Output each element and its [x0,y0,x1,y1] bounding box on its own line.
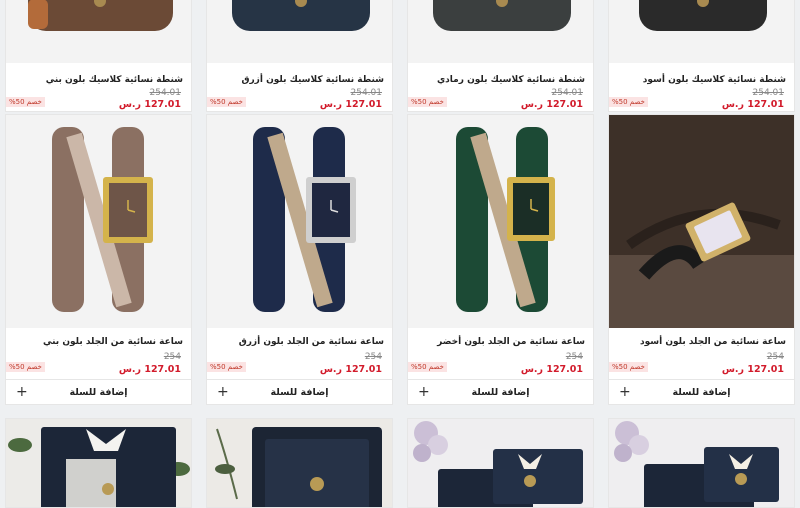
product-image[interactable] [207,419,392,507]
discount-badge: خصم 50% [609,97,648,107]
product-card[interactable]: ساعة نسائية من الجلد بلون أخضر 254 127.0… [407,114,594,405]
product-image[interactable] [6,0,191,63]
discount-badge: خصم 50% [6,97,45,107]
add-to-cart-button[interactable]: إضافة للسلة + [207,379,392,404]
product-grid: شنطة نسائية كلاسيك بلون أسود 254.01 127.… [0,0,800,508]
add-to-cart-label: إضافة للسلة [672,387,731,398]
sale-price: 127.01 ر.س [721,99,784,110]
product-image[interactable] [609,115,794,328]
product-image[interactable] [609,0,794,63]
add-to-cart-label: إضافة للسلة [270,387,329,398]
sale-price: 127.01 ر.س [319,364,382,375]
product-card[interactable]: ساعة نسائية من الجلد بلون أزرق 254 127.0… [206,114,393,405]
product-card[interactable] [608,418,795,508]
add-to-cart-label: إضافة للسلة [471,387,530,398]
product-card[interactable]: شنطة نسائية كلاسيك بلون أزرق 254.01 127.… [206,0,393,112]
product-image[interactable] [609,419,794,507]
product-title[interactable]: شنطة نسائية كلاسيك بلون بني [46,75,183,85]
product-card[interactable] [206,418,393,508]
add-to-cart-button[interactable]: إضافة للسلة + [6,379,191,404]
discount-badge: خصم 50% [6,362,45,372]
product-card[interactable]: ساعة نسائية من الجلد بلون أسود 254 127.0… [608,114,795,405]
add-to-cart-label: إضافة للسلة [69,387,128,398]
product-image[interactable] [408,115,593,328]
product-image[interactable] [207,115,392,328]
product-title[interactable]: ساعة نسائية من الجلد بلون بني [43,337,183,347]
product-card[interactable]: شنطة نسائية كلاسيك بلون رمادي 254.01 127… [407,0,594,112]
product-card[interactable]: شنطة نسائية كلاسيك بلون بني 254.01 127.0… [5,0,192,112]
sale-price: 127.01 ر.س [721,364,784,375]
product-card[interactable]: شنطة نسائية كلاسيك بلون أسود 254.01 127.… [608,0,795,112]
plus-icon: + [619,384,631,400]
old-price: 254 [163,352,181,362]
product-card[interactable]: ساعة نسائية من الجلد بلون بني 254 127.01… [5,114,192,405]
add-to-cart-button[interactable]: إضافة للسلة + [609,379,794,404]
sale-price: 127.01 ر.س [319,99,382,110]
product-title[interactable]: شنطة نسائية كلاسيك بلون أسود [643,75,786,85]
product-title[interactable]: شنطة نسائية كلاسيك بلون رمادي [437,75,585,85]
plus-icon: + [217,384,229,400]
product-image[interactable] [408,419,593,507]
old-price: 254.01 [350,88,383,98]
discount-badge: خصم 50% [207,97,246,107]
old-price: 254.01 [551,88,584,98]
old-price: 254 [565,352,583,362]
old-price: 254 [766,352,784,362]
product-image[interactable] [207,0,392,63]
product-title[interactable]: شنطة نسائية كلاسيك بلون أزرق [241,75,384,85]
sale-price: 127.01 ر.س [520,99,583,110]
discount-badge: خصم 50% [207,362,246,372]
sale-price: 127.01 ر.س [118,99,181,110]
discount-badge: خصم 50% [609,362,648,372]
old-price: 254.01 [752,88,785,98]
add-to-cart-button[interactable]: إضافة للسلة + [408,379,593,404]
discount-badge: خصم 50% [408,97,447,107]
sale-price: 127.01 ر.س [118,364,181,375]
discount-badge: خصم 50% [408,362,447,372]
product-title[interactable]: ساعة نسائية من الجلد بلون أزرق [239,337,384,347]
plus-icon: + [418,384,430,400]
plus-icon: + [16,384,28,400]
sale-price: 127.01 ر.س [520,364,583,375]
product-image[interactable] [6,419,191,507]
product-image[interactable] [408,0,593,63]
product-title[interactable]: ساعة نسائية من الجلد بلون أسود [640,337,786,347]
product-card[interactable] [5,418,192,508]
old-price: 254.01 [149,88,182,98]
product-title[interactable]: ساعة نسائية من الجلد بلون أخضر [437,337,585,347]
product-card[interactable] [407,418,594,508]
old-price: 254 [364,352,382,362]
product-image[interactable] [6,115,191,328]
